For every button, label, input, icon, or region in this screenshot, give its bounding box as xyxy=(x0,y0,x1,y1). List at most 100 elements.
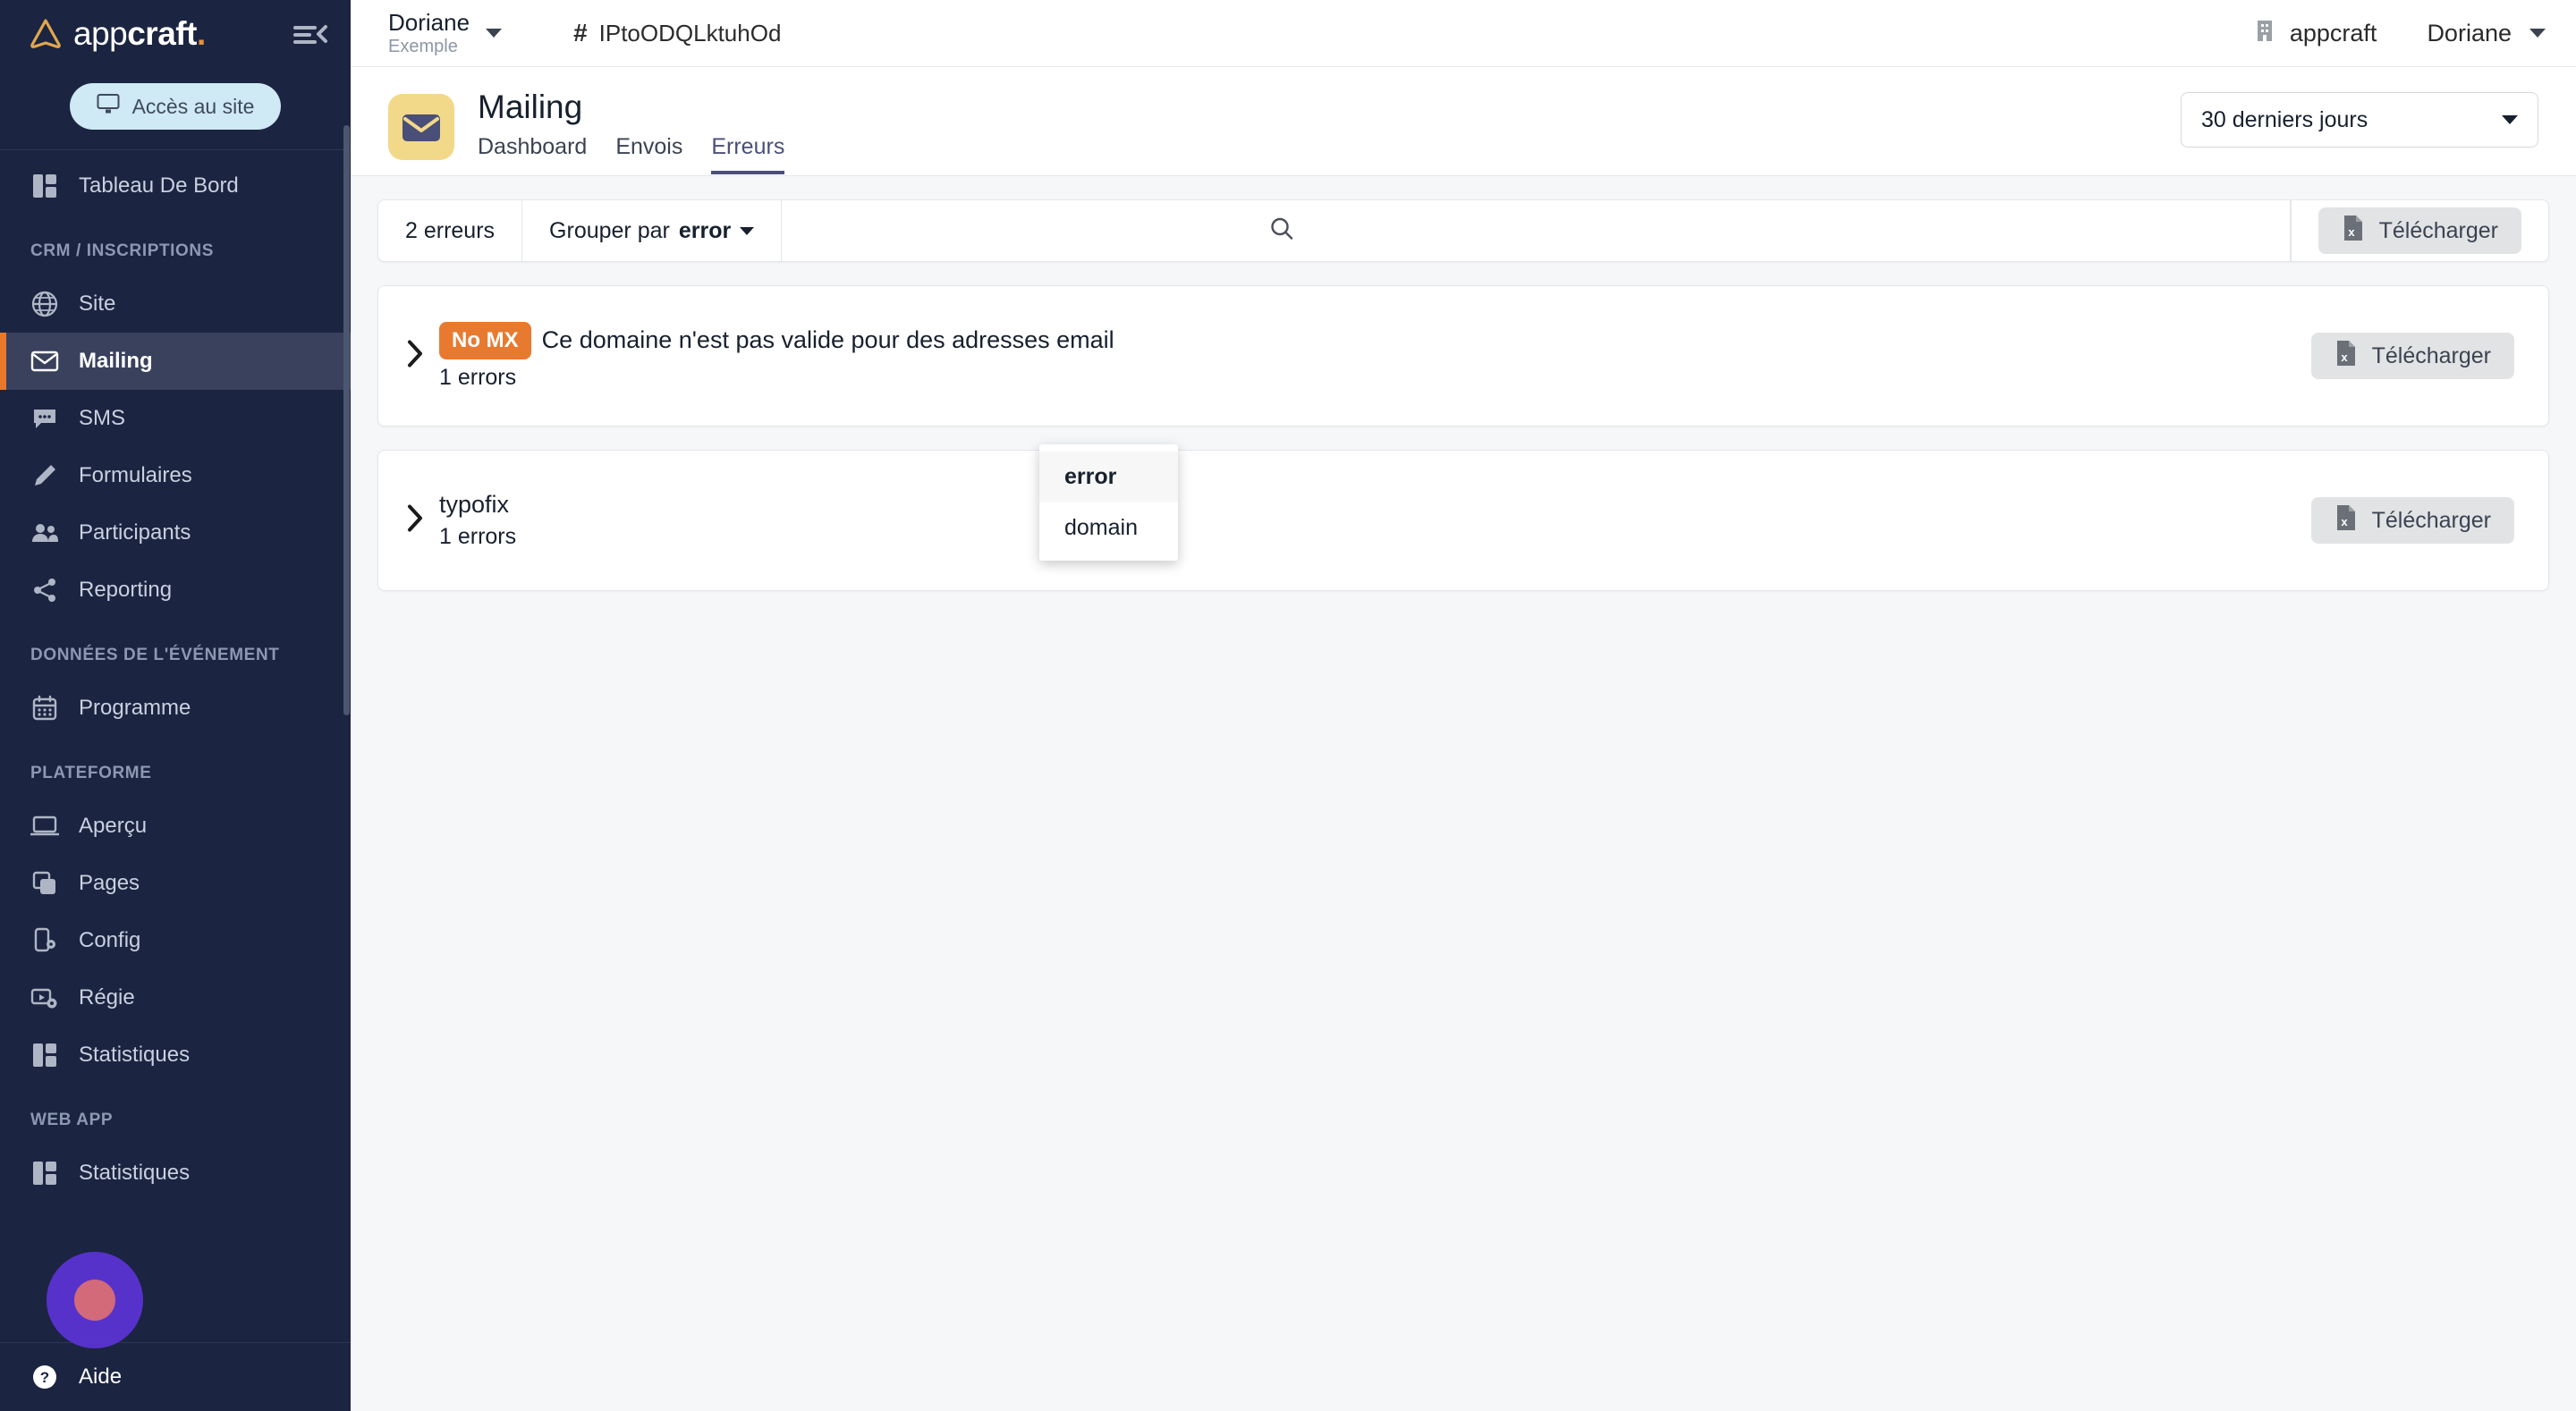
page-envelope-icon xyxy=(388,94,454,160)
sidebar-section-label: PLATEFORME xyxy=(30,764,152,782)
download-group-button[interactable]: x Télécharger xyxy=(2310,497,2514,544)
pages-icon xyxy=(30,869,59,898)
sidebar-item-programme[interactable]: Programme xyxy=(0,680,351,737)
sidebar-item-statistiques[interactable]: Statistiques xyxy=(0,1145,351,1202)
topbar: Doriane Exemple # IPtoODQLktuhOd appcraf… xyxy=(351,0,2576,67)
svg-text:x: x xyxy=(2348,225,2355,239)
download-label: Télécharger xyxy=(2378,217,2498,243)
sidebar-item-label: Reporting xyxy=(79,578,173,602)
sidebar-item-label: Régie xyxy=(79,985,135,1010)
dashboard-icon xyxy=(30,172,59,200)
sidebar-item-pages[interactable]: Pages xyxy=(0,855,351,912)
tab-erreurs[interactable]: Erreurs xyxy=(711,134,785,174)
dropdown-option-error[interactable]: error xyxy=(1039,452,1178,503)
svg-text:x: x xyxy=(2341,351,2348,364)
sidebar-item-aper-u[interactable]: Aperçu xyxy=(0,798,351,855)
excel-file-icon: x xyxy=(2334,504,2358,537)
error-count: 2 erreurs xyxy=(378,200,523,261)
sidebar-section-label: WEB APP xyxy=(30,1111,114,1129)
sidebar-item-mailing[interactable]: Mailing xyxy=(0,333,351,390)
group-by-button[interactable]: Grouper par error xyxy=(522,200,783,261)
sidebar-item-config[interactable]: Config xyxy=(0,912,351,969)
sidebar-item-statistiques[interactable]: Statistiques xyxy=(0,1027,351,1084)
sidebar-item-tableau-de-bord[interactable]: Tableau De Bord xyxy=(0,157,351,215)
chat-bubble-icon xyxy=(30,404,59,433)
account-switcher[interactable]: Doriane Exemple xyxy=(388,8,503,57)
group-by-value: error xyxy=(678,217,732,243)
tab-dashboard[interactable]: Dashboard xyxy=(478,134,587,174)
sidebar-section-label: DONNÉES DE L'ÉVÉNEMENT xyxy=(30,646,280,664)
org-switcher[interactable]: appcraft xyxy=(2254,19,2377,48)
sidebar-item-label: Aide xyxy=(79,1365,123,1389)
org-name: appcraft xyxy=(2289,19,2377,46)
error-group-card: typofix 1 errors x Télécharger xyxy=(377,450,2549,591)
building-icon xyxy=(2254,19,2275,48)
dropdown-option-domain[interactable]: domain xyxy=(1039,503,1178,553)
sidebar-item-r-gie[interactable]: Régie xyxy=(0,969,351,1027)
error-group-actions: x Télécharger xyxy=(2310,333,2514,379)
excel-file-icon: x xyxy=(2342,215,2365,248)
video-gear-icon xyxy=(30,984,59,1012)
chevron-right-icon[interactable] xyxy=(403,503,427,538)
error-group-heading: No MX Ce domaine n'est pas valide pour de… xyxy=(439,321,1114,359)
date-range-select[interactable]: 30 derniers jours xyxy=(2181,92,2538,148)
excel-file-icon: x xyxy=(2334,340,2358,373)
sidebar-item-label: Statistiques xyxy=(79,1043,191,1067)
download-all-button[interactable]: x Télécharger xyxy=(2318,207,2521,254)
sidebar: appcraft. Accès au site Tableau De Bord … xyxy=(0,0,351,1411)
sidebar-item-label: SMS xyxy=(79,406,126,430)
sidebar-item-reporting[interactable]: Reporting xyxy=(0,562,351,619)
sidebar-bottom: ? Aide xyxy=(0,1342,351,1411)
account-subtitle: Exemple xyxy=(388,37,458,57)
sidebar-item-aide[interactable]: ? Aide xyxy=(0,1343,351,1411)
sidebar-item-participants[interactable]: Participants xyxy=(0,504,351,562)
app-root: appcraft. Accès au site Tableau De Bord … xyxy=(0,0,2576,1411)
account-name: Doriane xyxy=(388,8,470,36)
appcraft-logo-icon xyxy=(27,15,64,53)
user-menu[interactable]: Doriane xyxy=(2427,20,2546,47)
tab-envois[interactable]: Envois xyxy=(615,134,682,174)
sidebar-item-label: Mailing xyxy=(79,349,153,373)
sidebar-item-label: Statistiques xyxy=(79,1161,191,1185)
download-group-button[interactable]: x Télécharger xyxy=(2310,333,2514,379)
calendar-icon xyxy=(30,694,59,722)
search-icon xyxy=(1269,216,1294,246)
error-description: Ce domaine n'est pas valide pour des adr… xyxy=(541,326,1114,353)
chevron-right-icon[interactable] xyxy=(403,339,427,374)
error-group-count: 1 errors xyxy=(439,364,517,390)
dashboard-icon xyxy=(30,1159,59,1187)
chevron-down-icon xyxy=(2502,115,2518,124)
sidebar-item-label: Programme xyxy=(79,696,191,720)
hash-icon: # xyxy=(573,19,588,46)
error-badge: No MX xyxy=(439,321,531,359)
laptop-icon xyxy=(30,812,59,841)
error-group-title: typofix xyxy=(439,491,510,518)
sidebar-item-sms[interactable]: SMS xyxy=(0,390,351,447)
download-label: Télécharger xyxy=(2371,507,2491,533)
errors-toolbar: 2 erreurs Grouper par error x Télécharge… xyxy=(377,199,2549,262)
sidebar-nav: Tableau De Bord CRM / INSCRIPTIONS Site Mai… xyxy=(0,150,351,1342)
search-field[interactable] xyxy=(782,200,2291,261)
sidebar-item-formulaires[interactable]: Formulaires xyxy=(0,447,351,504)
toolbar-download-cell: x Télécharger xyxy=(2290,200,2548,261)
access-site-label: Accès au site xyxy=(131,94,255,118)
collapse-sidebar-icon[interactable] xyxy=(292,21,327,47)
sidebar-item-label: Participants xyxy=(79,520,191,545)
date-range-value: 30 derniers jours xyxy=(2201,106,2368,132)
error-group-count: 1 errors xyxy=(439,524,517,549)
sidebar-item-label: Site xyxy=(79,291,116,316)
appcraft-wordmark: appcraft. xyxy=(73,15,206,52)
error-group-body: No MX Ce domaine n'est pas valide pour de… xyxy=(439,321,1114,391)
error-groups-list: No MX Ce domaine n'est pas valide pour de… xyxy=(377,285,2549,591)
envelope-icon xyxy=(30,347,59,376)
sidebar-item-label: Pages xyxy=(79,871,140,895)
access-site-button[interactable]: Accès au site xyxy=(69,83,282,130)
cursor-indicator xyxy=(47,1252,143,1348)
page-header: Mailing Dashboard Envois Erreurs 30 dernie… xyxy=(351,67,2576,176)
monitor-icon xyxy=(97,93,120,120)
sidebar-scrollbar[interactable] xyxy=(343,125,350,715)
chevron-down-icon xyxy=(486,29,503,38)
sidebar-item-label: Tableau De Bord xyxy=(79,173,239,198)
sidebar-item-site[interactable]: Site xyxy=(0,275,351,333)
svg-text:x: x xyxy=(2341,515,2348,528)
